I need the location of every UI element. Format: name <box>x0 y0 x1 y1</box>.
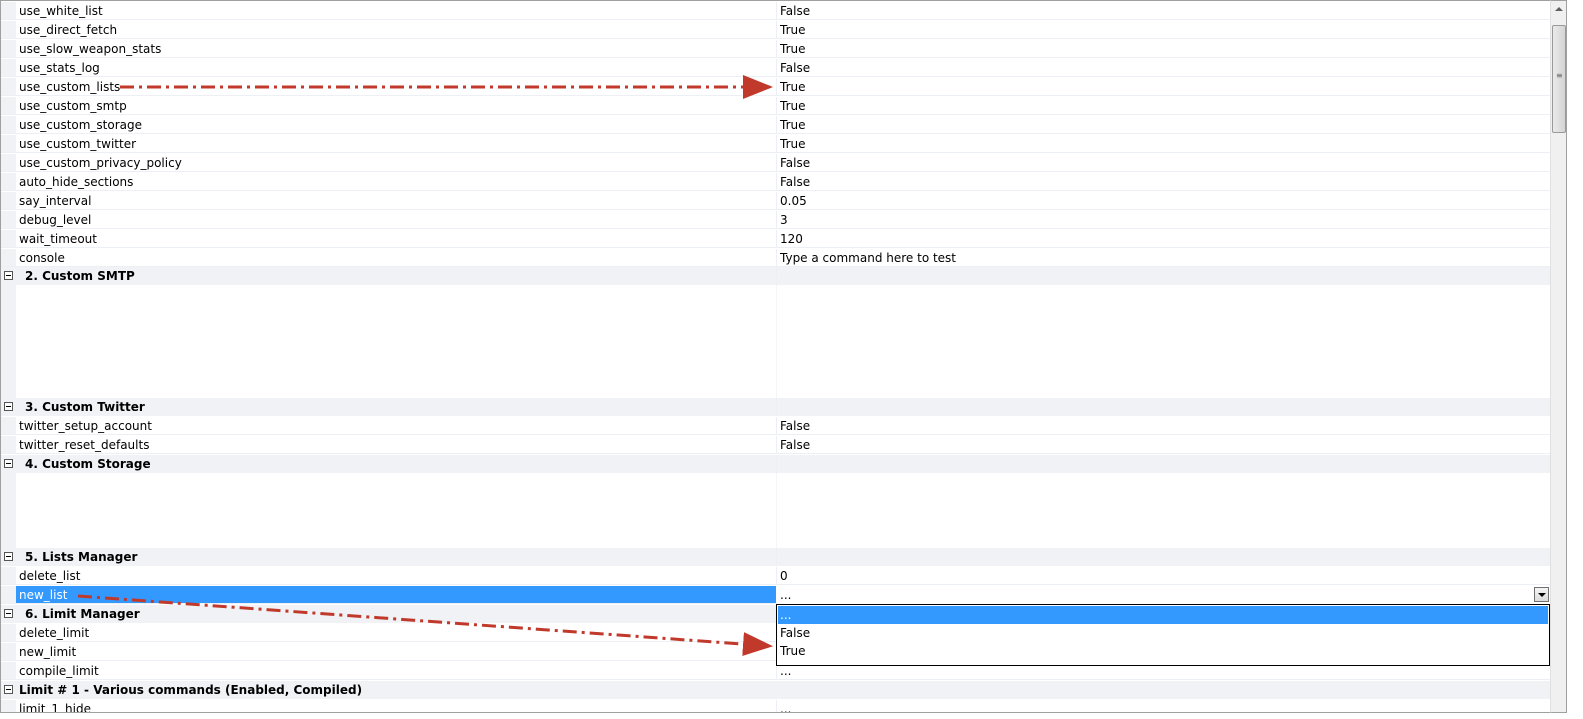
property-name: use_slow_weapon_stats <box>19 42 162 56</box>
property-value[interactable]: True <box>780 118 806 132</box>
dropdown-option[interactable]: True <box>778 642 1548 660</box>
collapse-icon[interactable] <box>4 402 13 411</box>
property-name: use_direct_fetch <box>19 23 118 37</box>
category-title: Limit # 1 - Various commands (Enabled, C… <box>19 683 363 697</box>
collapse-icon[interactable] <box>4 459 13 468</box>
property-name: use_white_list <box>19 4 103 18</box>
property-value[interactable]: 120 <box>780 232 803 246</box>
collapse-icon[interactable] <box>4 552 13 561</box>
property-name: use_custom_twitter <box>19 137 137 151</box>
property-row[interactable]: use_white_list False <box>1 2 1550 20</box>
property-value[interactable]: False <box>780 156 810 170</box>
property-row[interactable]: use_stats_log False <box>1 59 1550 77</box>
property-name: console <box>19 251 65 265</box>
category-custom-twitter[interactable]: 3. Custom Twitter <box>1 398 1550 416</box>
property-name: wait_timeout <box>19 232 97 246</box>
category-title: 4. Custom Storage <box>25 457 151 471</box>
property-row[interactable]: use_custom_smtp True <box>1 97 1550 115</box>
property-name: limit_1_hide <box>19 702 91 713</box>
category-custom-smtp[interactable]: 2. Custom SMTP <box>1 267 1550 285</box>
property-value[interactable]: False <box>780 419 810 433</box>
scroll-up-icon[interactable] <box>1551 1 1567 18</box>
property-name: say_interval <box>19 194 92 208</box>
property-name: debug_level <box>19 213 92 227</box>
property-row[interactable]: auto_hide_sections False <box>1 173 1550 191</box>
property-name: use_custom_smtp <box>19 99 127 113</box>
property-row[interactable]: delete_list 0 <box>1 567 1550 585</box>
property-value[interactable]: True <box>780 42 806 56</box>
property-name: use_custom_privacy_policy <box>19 156 182 170</box>
property-row[interactable]: debug_level 3 <box>1 211 1550 229</box>
empty-section <box>1 285 1550 398</box>
property-row[interactable]: twitter_setup_account False <box>1 417 1550 435</box>
property-row[interactable]: use_slow_weapon_stats True <box>1 40 1550 58</box>
dropdown-option[interactable]: False <box>778 624 1548 642</box>
property-name: delete_list <box>19 569 81 583</box>
category-title: 3. Custom Twitter <box>25 400 145 414</box>
property-name: delete_limit <box>19 626 90 640</box>
property-value[interactable]: 3 <box>780 213 788 227</box>
property-name: new_limit <box>19 645 77 659</box>
property-name: twitter_reset_defaults <box>19 438 150 452</box>
category-custom-storage[interactable]: 4. Custom Storage <box>1 455 1550 473</box>
property-value[interactable]: 0 <box>780 569 788 583</box>
property-value[interactable]: True <box>780 23 806 37</box>
property-name: auto_hide_sections <box>19 175 134 189</box>
dropdown-option[interactable]: ... <box>778 606 1548 624</box>
property-value[interactable]: True <box>780 80 806 94</box>
property-value[interactable]: 0.05 <box>780 194 807 208</box>
property-value[interactable]: Type a command here to test <box>780 251 956 265</box>
property-name: use_custom_storage <box>19 118 143 132</box>
property-value[interactable]: False <box>780 61 810 75</box>
dropdown-list[interactable]: ... False True <box>776 604 1550 666</box>
category-lists-manager[interactable]: 5. Lists Manager <box>1 548 1550 566</box>
category-title: 5. Lists Manager <box>25 550 138 564</box>
category-title: 6. Limit Manager <box>25 607 140 621</box>
collapse-icon[interactable] <box>4 685 13 694</box>
collapse-icon[interactable] <box>4 271 13 280</box>
property-value[interactable]: True <box>780 99 806 113</box>
chevron-down-icon[interactable] <box>1534 587 1549 602</box>
dropdown-current-value: ... <box>780 588 792 602</box>
property-row[interactable]: use_direct_fetch True <box>1 21 1550 39</box>
property-row[interactable]: use_custom_privacy_policy False <box>1 154 1550 172</box>
property-value[interactable]: ... <box>780 702 791 712</box>
category-limit-1[interactable]: Limit # 1 - Various commands (Enabled, C… <box>1 681 1550 699</box>
property-row[interactable]: use_custom_twitter True <box>1 135 1550 153</box>
property-value[interactable]: True <box>780 137 806 151</box>
new-list-dropdown[interactable]: ... <box>777 586 1550 604</box>
property-row[interactable]: say_interval 0.05 <box>1 192 1550 210</box>
property-grid: use_white_list False use_direct_fetch True… <box>0 0 1550 713</box>
collapse-icon[interactable] <box>4 609 13 618</box>
property-value[interactable]: False <box>780 4 810 18</box>
property-value[interactable]: False <box>780 175 810 189</box>
property-row[interactable]: use_custom_lists True <box>1 78 1550 96</box>
property-name: use_custom_lists <box>19 80 121 94</box>
scroll-thumb[interactable]: ≡ <box>1552 25 1566 133</box>
property-name: use_stats_log <box>19 61 100 75</box>
property-row[interactable]: twitter_reset_defaults False <box>1 436 1550 454</box>
property-row[interactable]: use_custom_storage True <box>1 116 1550 134</box>
property-row[interactable]: console Type a command here to test <box>1 249 1550 267</box>
property-row[interactable]: limit_1_hide... <box>1 700 1550 713</box>
category-title: 2. Custom SMTP <box>25 269 135 283</box>
property-name: compile_limit <box>19 664 99 678</box>
property-row[interactable]: wait_timeout 120 <box>1 230 1550 248</box>
empty-section <box>1 473 1550 548</box>
vertical-scrollbar[interactable]: ≡ <box>1550 0 1567 713</box>
property-name: new_list <box>19 588 68 602</box>
property-value[interactable]: ... <box>780 664 791 678</box>
property-value[interactable]: False <box>780 438 810 452</box>
property-name: twitter_setup_account <box>19 419 152 433</box>
